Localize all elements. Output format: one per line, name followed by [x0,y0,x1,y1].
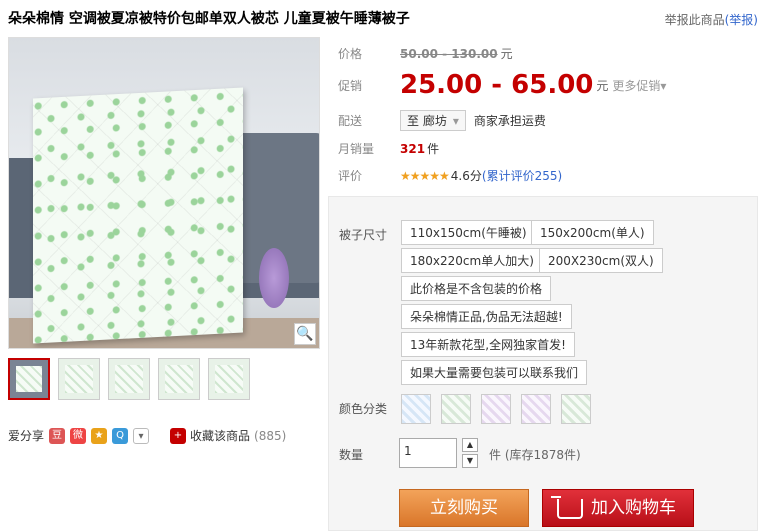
stock-info: 件 (库存1878件) [489,448,581,462]
price-label: 价格 [338,47,363,61]
promo-label: 促销 [338,78,363,93]
cart-icon [551,496,583,519]
buy-now-button[interactable]: 立刻购买 [399,489,529,527]
main-product-image[interactable]: 🔍 [8,37,320,349]
quantity-down-icon[interactable]: ▼ [462,454,478,468]
share-weibo-icon[interactable]: 微 [70,427,87,444]
size-option[interactable]: 200X230cm(双人) [539,248,663,273]
sales-unit: 件 [427,142,440,156]
share-tencent-icon[interactable]: Q [112,427,129,444]
size-label: 被子尺寸 [339,228,388,242]
zoom-icon[interactable]: 🔍 [294,323,316,345]
color-label: 颜色分类 [339,402,388,416]
favorite-count: (885) [254,428,287,443]
location-select[interactable]: 至 廊坊 ▾ [400,110,466,131]
add-to-cart-button[interactable]: 加入购物车 [542,489,694,527]
share-bar: 爱分享 豆 微 ★ Q ▾ [8,427,150,444]
color-swatch[interactable] [441,394,471,424]
color-swatch[interactable] [561,394,591,424]
price-row: 价格 50.00 - 130.00 元 [338,45,513,62]
size-option[interactable]: 朵朵棉情正品,伪品无法超越! [401,304,572,329]
thumbnail-2[interactable] [58,358,100,400]
color-swatch[interactable] [481,394,511,424]
share-more-icon[interactable]: ▾ [133,427,150,444]
share-qzone-icon[interactable]: ★ [91,427,108,444]
sales-row: 月销量 321 件 [338,140,439,157]
review-count-link[interactable]: (累计评价255) [482,167,562,184]
star-rating-icon: ★★★★★ [400,168,450,183]
promo-unit: 元 [596,78,609,93]
more-promo-link[interactable]: 更多促销▾ [612,77,666,94]
report-action-link[interactable]: (举报) [725,13,758,27]
original-price: 50.00 - 130.00 [400,46,498,61]
size-option[interactable]: 此价格是不含包装的价格 [401,276,552,301]
rating-score: 4.6分 [450,169,482,183]
thumbnail-4[interactable] [158,358,200,400]
sku-panel: 被子尺寸 110x150cm(午睡被) 150x200cm(单人) 180x22… [328,196,758,531]
quantity-up-icon[interactable]: ▲ [462,438,478,452]
favorite-label[interactable]: 收藏该商品 [190,427,250,444]
favorite-icon: + [170,427,186,444]
thumbnail-3[interactable] [108,358,150,400]
share-douban-icon[interactable]: 豆 [49,427,66,444]
product-title: 朵朵棉情 空调被夏凉被特价包邮单双人被芯 儿童夏被午睡薄被子 [8,11,410,27]
thumbnail-1[interactable] [8,358,50,400]
shipping-note: 商家承担运费 [473,114,546,128]
sales-value: 321 [400,141,426,156]
thumbnail-strip [8,358,250,400]
color-swatch[interactable] [521,394,551,424]
rating-label: 评价 [338,169,363,183]
thumbnail-5[interactable] [208,358,250,400]
chevron-down-icon: ▾ [452,113,459,128]
report-link[interactable]: 举报此商品(举报) [665,11,758,28]
blanket-graphic [33,87,243,344]
rating-row: 评价 ★★★★★ 4.6分 (累计评价255) [338,167,562,184]
size-option[interactable]: 110x150cm(午睡被) [401,220,536,245]
delivery-row: 配送 至 廊坊 ▾ 商家承担运费 [338,110,546,131]
favorite-item[interactable]: + 收藏该商品 (885) [170,427,286,444]
share-label: 爱分享 [8,429,45,443]
quantity-label: 数量 [339,448,364,462]
sales-label: 月销量 [338,142,375,156]
size-option[interactable]: 如果大量需要包装可以联系我们 [401,360,588,385]
size-option[interactable]: 180x220cm单人加大) [401,248,543,273]
size-option[interactable]: 13年新款花型,全网独家首发! [401,332,575,357]
plant-graphic [259,248,289,308]
size-option[interactable]: 150x200cm(单人) [531,220,654,245]
promo-row: 促销 25.00 - 65.00 元 更多促销▾ [338,70,666,100]
color-swatch[interactable] [401,394,431,424]
add-to-cart-label: 加入购物车 [591,498,676,518]
delivery-label: 配送 [338,114,363,128]
promo-price: 25.00 - 65.00 [400,70,594,100]
quantity-input[interactable]: 1 [399,438,457,468]
price-unit: 元 [500,47,513,61]
